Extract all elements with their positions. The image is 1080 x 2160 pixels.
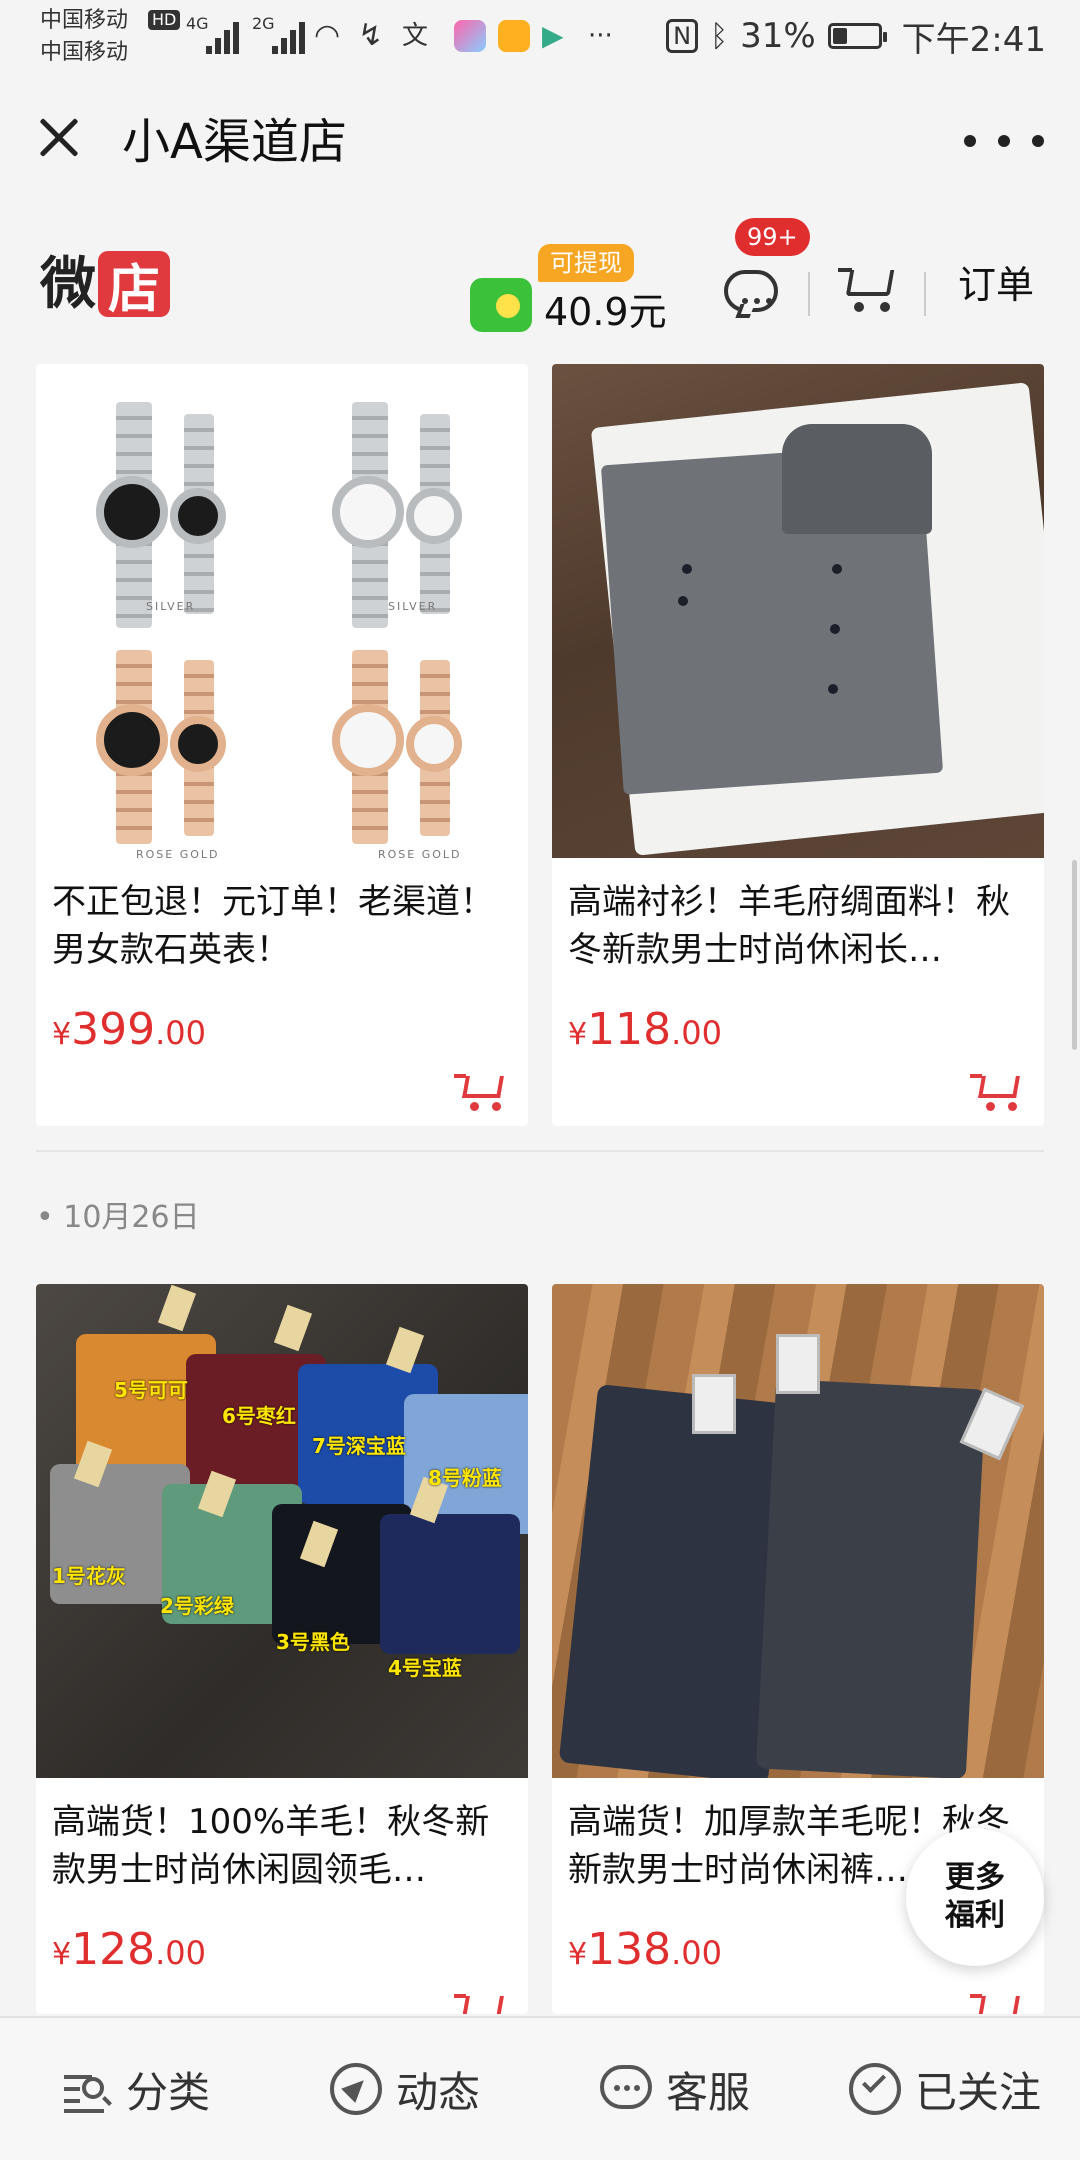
title-bar: 小A渠道店 [0,76,1080,214]
signal-icon-secondary [272,20,308,54]
color-label: 5号可可 [114,1378,188,1402]
chat-bubble-icon [724,270,778,312]
product-price: ¥399.00 [52,1004,206,1055]
pants-photo [552,1284,1044,1778]
add-to-cart-icon[interactable] [970,1984,1026,2014]
product-title: 不正包退！元订单！老渠道！男女款石英表！ [52,882,494,970]
add-to-cart-icon[interactable] [970,1064,1026,1118]
watch-face [96,476,168,548]
close-icon[interactable] [28,106,92,170]
more-options-icon[interactable] [964,126,1044,156]
messages-button[interactable] [722,264,782,318]
signal-icon [206,20,242,54]
wifi-icon: ◠ [314,18,341,53]
nav-service[interactable]: 客服 [540,2018,810,2160]
check-circle-icon [848,2063,901,2115]
logo-text-b: 店 [98,251,170,320]
sweaters-photo: 5号可可 6号枣红 7号深宝蓝 8号粉蓝 1号花灰 2号彩绿 3号黑色 4号宝蓝 [36,1284,528,1778]
wallet-button[interactable]: 可提现 40.9元 [470,244,690,344]
more-notifications-icon: ··· [588,21,613,51]
add-to-cart-icon[interactable] [454,1064,510,1118]
product-card[interactable]: SILVER SILVER ROSE GOLD ROSE GOLD 不正包退！元… [36,364,528,1126]
watch-label: ROSE GOLD [378,848,462,858]
page-title: 小A渠道店 [122,114,347,170]
nav-feed[interactable]: 动态 [270,2018,540,2160]
status-right-group: N ᛒ 31% 下午2:41 [666,14,1046,60]
watch-face [332,704,404,776]
color-label: 7号深宝蓝 [312,1434,406,1458]
watch-face [406,488,462,544]
app-icon [454,20,486,52]
wallet-icon [470,278,532,332]
play-icon: ▶ [542,19,564,52]
product-price: ¥118.00 [568,1004,722,1055]
watch-label: ROSE GOLD [136,848,220,858]
product-title: 高端衬衫！羊毛府绸面料！秋冬新款男士时尚休闲长… [568,882,1010,970]
clock: 下午2:41 [901,19,1046,60]
carrier-label-secondary: 中国移动 [40,40,129,65]
chat-icon [599,2063,652,2115]
watch-face [96,704,168,776]
cart-icon[interactable] [838,256,902,320]
watches-photo: SILVER SILVER ROSE GOLD ROSE GOLD [36,364,528,858]
battery-level [832,28,847,44]
nfc-icon: N [666,19,699,53]
section-divider [36,1150,1044,1152]
logo-text-a: 微 [40,251,96,317]
date-label: • 10月26日 [36,1200,200,1235]
carrier-label: 中国移动 [40,8,129,33]
scrollbar[interactable] [1072,860,1077,1050]
withdraw-badge: 可提现 [538,244,634,282]
nav-feed-label: 动态 [395,2067,480,2117]
header-divider [924,272,926,316]
product-card[interactable]: 高端衬衫！羊毛府绸面料！秋冬新款男士时尚休闲长… ¥118.00 [552,364,1044,1126]
battery-icon [827,23,887,49]
nav-service-label: 客服 [665,2067,750,2117]
color-label: 2号彩绿 [160,1594,234,1618]
product-price: ¥138.00 [568,1924,722,1975]
color-label: 3号黑色 [276,1630,350,1654]
nav-category-label: 分类 [125,2067,210,2117]
translate-icon: 文 [402,21,429,51]
product-price: ¥128.00 [52,1924,206,1975]
color-label: 8号粉蓝 [428,1466,502,1490]
watch-face [332,476,404,548]
watch-face [170,716,226,772]
watch-face [170,488,226,544]
add-to-cart-icon[interactable] [454,1984,510,2014]
watch-label: SILVER [146,600,196,613]
bluetooth-icon: ᛒ [710,18,729,54]
battery-percent: 31% [740,16,816,56]
nav-category[interactable]: 分类 [0,2018,270,2160]
fab-line-2: 福利 [945,1898,1005,1933]
message-count-badge: 99+ [735,218,810,256]
category-search-icon [60,2063,112,2115]
compass-icon [329,2063,382,2115]
weidian-logo: 微 店 [40,246,170,322]
fab-line-1: 更多 [945,1860,1005,1895]
status-bar: 中国移动 中国移动 HD 4G 2G ◠ ↯ 文 ▶ ··· N ᛒ 31% 下… [0,0,1080,76]
product-card[interactable]: 5号可可 6号枣红 7号深宝蓝 8号粉蓝 1号花灰 2号彩绿 3号黑色 4号宝蓝… [36,1284,528,2014]
bottom-nav: 分类 动态 客服 已关注 [0,2016,1080,2160]
header-divider [808,272,810,316]
color-label: 6号枣红 [222,1404,296,1428]
more-benefits-button[interactable]: 更多 福利 [906,1828,1044,1966]
missed-call-icon: ↯ [358,18,384,53]
shirts-photo [552,364,1044,858]
wallet-balance: 40.9元 [544,290,667,334]
color-label: 1号花灰 [52,1564,126,1588]
shop-header: 微 店 可提现 40.9元 99+ 订单 [0,214,1080,364]
nav-follow-label: 已关注 [914,2067,1041,2117]
nav-follow[interactable]: 已关注 [810,2018,1080,2160]
watch-face [406,716,462,772]
orders-link[interactable]: 订单 [958,260,1034,310]
app-icon [498,20,530,52]
color-label: 4号宝蓝 [388,1656,462,1680]
watch-label: SILVER [388,600,438,613]
hd-badge: HD [148,10,181,30]
product-title: 高端货！100%羊毛！秋冬新款男士时尚休闲圆领毛… [52,1802,490,1890]
